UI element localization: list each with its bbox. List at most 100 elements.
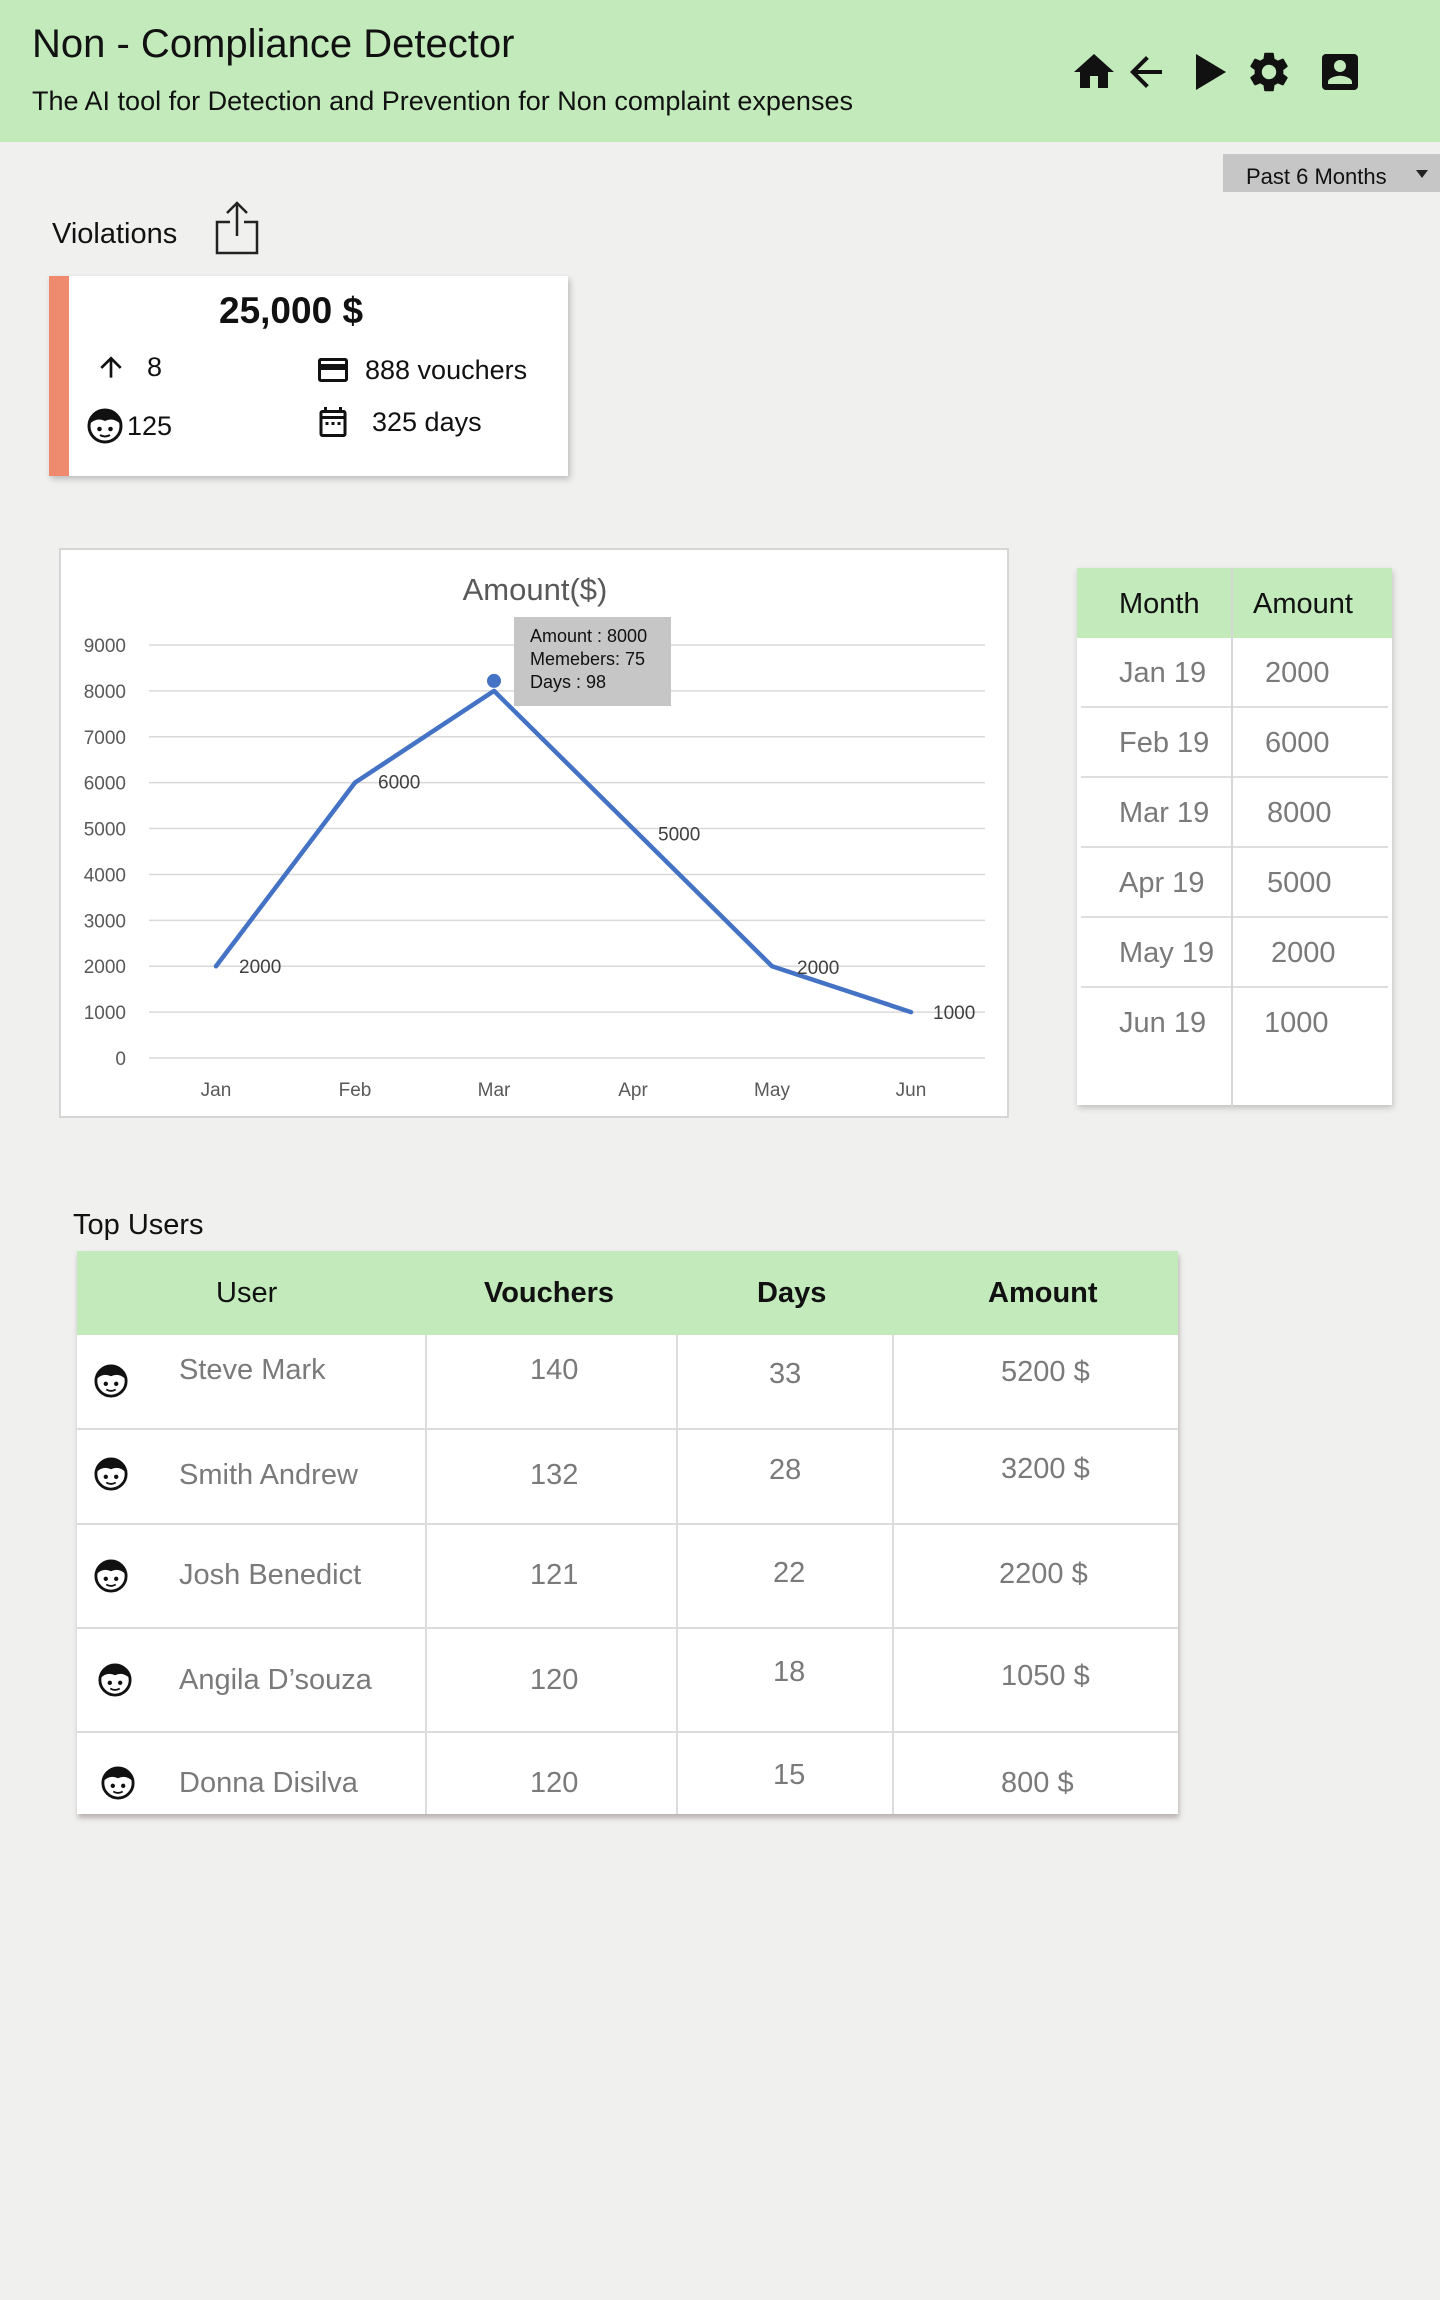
days-cell: 22 xyxy=(773,1557,806,1589)
violation-amount: 25,000 $ xyxy=(219,290,364,331)
y-tick-label: 3000 xyxy=(84,911,126,932)
tooltip-line: Memebers: 75 xyxy=(530,649,645,669)
y-tick-label: 7000 xyxy=(84,728,126,749)
vouchers-stat: 888 vouchers xyxy=(315,352,527,388)
user-name: Angila D’souza xyxy=(179,1664,372,1696)
table-row[interactable]: Smith Andrew 132 28 3200 $ xyxy=(77,1430,1178,1525)
user-name: Steve Mark xyxy=(179,1354,326,1386)
column-divider xyxy=(425,1335,427,1814)
vouchers-cell: 140 xyxy=(530,1354,579,1386)
table-row[interactable]: Steve Mark 140 33 5200 $ xyxy=(77,1335,1178,1430)
amount-chart: Amount($) 0 1000 2000 3000 4000 5000 6000 7000 8… xyxy=(59,548,1009,1118)
caret-down-icon xyxy=(1416,170,1428,178)
month-cell: Apr 19 xyxy=(1119,867,1205,899)
face-icon xyxy=(87,408,123,444)
data-label: 2000 xyxy=(239,957,281,978)
column-header-vouchers: Vouchers xyxy=(484,1277,615,1309)
play-icon[interactable] xyxy=(1184,48,1232,96)
vouchers-cell: 120 xyxy=(530,1664,579,1696)
tooltip-line: Days : 98 xyxy=(530,672,606,692)
days-cell: 28 xyxy=(769,1454,802,1486)
y-tick-label: 6000 xyxy=(84,774,126,795)
table-header: Month Amount xyxy=(1077,568,1392,638)
month-cell: Mar 19 xyxy=(1119,797,1210,829)
x-tick-label: Mar xyxy=(478,1080,511,1101)
amount-cell: 1000 xyxy=(1264,1007,1329,1039)
user-name: Donna Disilva xyxy=(179,1767,358,1799)
table-row: Apr 19 5000 xyxy=(1081,848,1388,918)
x-tick-label: May xyxy=(754,1080,790,1101)
days-cell: 15 xyxy=(773,1759,806,1791)
y-tick-label: 8000 xyxy=(84,682,126,703)
users-stat: 125 xyxy=(87,408,172,444)
y-tick-label: 0 xyxy=(115,1049,126,1070)
days-count: 325 days xyxy=(372,406,482,437)
y-tick-label: 2000 xyxy=(84,957,126,978)
app-title: Non - Compliance Detector xyxy=(32,22,515,66)
top-users-title: Top Users xyxy=(73,1209,204,1241)
period-dropdown[interactable]: Past 6 Months xyxy=(1223,154,1440,192)
amount-cell: 8000 xyxy=(1267,797,1332,829)
month-cell: Jun 19 xyxy=(1119,1007,1207,1039)
monthly-amount-table: Month Amount Jan 19 2000 Feb 19 6000 Mar… xyxy=(1077,568,1392,1108)
amount-cell: 3200 $ xyxy=(1001,1453,1090,1485)
users-count: 125 xyxy=(127,410,173,441)
x-tick-label: Jun xyxy=(896,1080,927,1101)
amount-cell: 1050 $ xyxy=(1001,1660,1090,1692)
amount-cell: 2000 xyxy=(1271,937,1336,969)
vouchers-count: 888 vouchers xyxy=(365,354,528,385)
month-cell: Feb 19 xyxy=(1119,727,1210,759)
x-tick-label: Jan xyxy=(201,1080,232,1101)
column-divider xyxy=(892,1335,894,1814)
days-stat: 325 days xyxy=(315,404,482,440)
y-tick-label: 4000 xyxy=(84,865,126,886)
table-row[interactable]: Angila D’souza 120 18 1050 $ xyxy=(77,1629,1178,1733)
arrow-left-icon[interactable] xyxy=(1122,48,1170,96)
home-icon[interactable] xyxy=(1070,48,1118,96)
x-tick-label: Apr xyxy=(618,1080,648,1101)
user-avatar-icon xyxy=(101,1766,135,1800)
y-tick-label: 1000 xyxy=(84,1003,126,1024)
table-row[interactable]: Donna Disilva 120 15 800 $ xyxy=(77,1733,1178,1814)
x-tick-label: Feb xyxy=(339,1080,372,1101)
gear-icon[interactable] xyxy=(1245,48,1293,96)
data-point-marker xyxy=(487,673,501,688)
user-avatar-icon xyxy=(94,1559,128,1593)
amount-cell: 6000 xyxy=(1265,727,1330,759)
table-row: Mar 19 8000 xyxy=(1081,778,1388,848)
amount-cell: 2200 $ xyxy=(999,1558,1088,1590)
table-row: Jan 19 2000 xyxy=(1081,638,1388,708)
amount-cell: 5000 xyxy=(1267,867,1332,899)
tooltip-line: Amount : 8000 xyxy=(530,626,647,646)
increase-stat: 8 xyxy=(95,351,162,383)
account-box-icon[interactable] xyxy=(1316,48,1364,96)
user-name: Josh Benedict xyxy=(179,1559,362,1591)
month-cell: Jan 19 xyxy=(1119,657,1207,689)
month-cell: May 19 xyxy=(1119,937,1215,969)
column-header-user: User xyxy=(216,1277,278,1309)
user-avatar-icon xyxy=(98,1663,132,1697)
amount-cell: 2000 xyxy=(1265,657,1330,689)
table-row: Jun 19 1000 xyxy=(1081,988,1388,1058)
column-header-month: Month xyxy=(1119,588,1200,620)
data-label: 2000 xyxy=(797,958,839,979)
table-header: User Vouchers Days Amount xyxy=(77,1251,1178,1335)
column-header-days: Days xyxy=(757,1277,827,1309)
card-accent-bar xyxy=(49,276,69,476)
data-label: 6000 xyxy=(378,773,420,794)
days-cell: 33 xyxy=(769,1358,802,1390)
share-icon[interactable] xyxy=(214,200,260,256)
violations-title: Violations xyxy=(52,218,178,250)
amount-cell: 800 $ xyxy=(1001,1767,1074,1799)
vouchers-cell: 121 xyxy=(530,1559,579,1591)
table-row: Feb 19 6000 xyxy=(1081,708,1388,778)
arrow-up-icon xyxy=(95,351,127,383)
table-row[interactable]: Josh Benedict 121 22 2200 $ xyxy=(77,1525,1178,1629)
column-header-amount: Amount xyxy=(988,1277,1098,1309)
vouchers-cell: 120 xyxy=(530,1767,579,1799)
user-avatar-icon xyxy=(94,1457,128,1491)
y-tick-label: 9000 xyxy=(84,636,126,657)
column-header-amount: Amount xyxy=(1253,588,1353,620)
days-cell: 18 xyxy=(773,1656,806,1688)
app-subtitle: The AI tool for Detection and Prevention… xyxy=(32,86,853,116)
